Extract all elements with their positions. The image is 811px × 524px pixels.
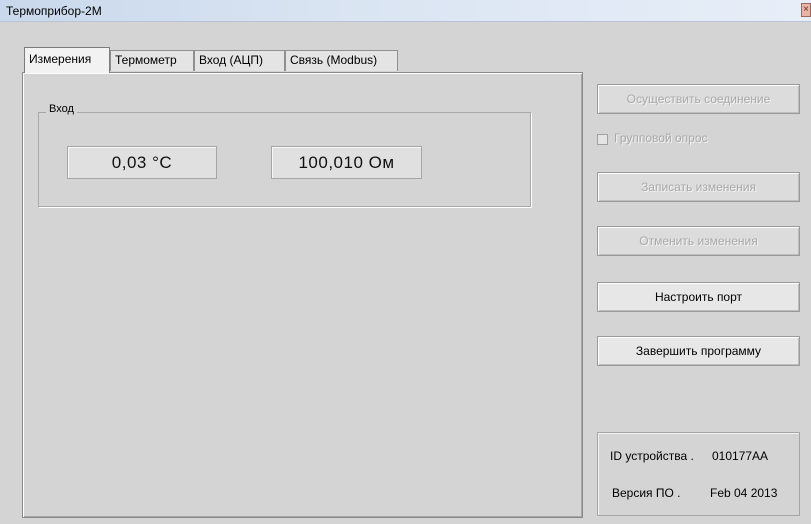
tab-label: Связь (Modbus) — [290, 53, 378, 67]
exit-program-button[interactable]: Завершить программу — [597, 336, 800, 366]
device-info-box — [597, 432, 800, 516]
title-bar[interactable]: Термоприбор-2М × — [0, 0, 811, 22]
tab-label: Вход (АЦП) — [199, 53, 263, 67]
tab-measurements[interactable]: Измерения — [24, 47, 110, 73]
connect-button[interactable]: Осуществить соединение — [597, 84, 800, 114]
tab-label: Термометр — [115, 53, 177, 67]
group-poll-checkbox[interactable] — [597, 134, 608, 145]
temperature-readout: 0,03 °C — [67, 146, 217, 179]
window-title: Термоприбор-2М — [6, 4, 102, 18]
close-icon[interactable]: × — [801, 3, 811, 17]
input-group-label: Вход — [46, 103, 77, 115]
tab-label: Измерения — [29, 52, 92, 66]
save-changes-button[interactable]: Записать изменения — [597, 172, 800, 202]
group-poll-label[interactable]: Групповой опрос — [614, 131, 708, 145]
firmware-version-value: Feb 04 2013 — [710, 486, 778, 500]
tab-modbus[interactable]: Связь (Modbus) — [285, 50, 398, 71]
resistance-readout: 100,010 Ом — [271, 146, 422, 179]
cancel-changes-button[interactable]: Отменить изменения — [597, 226, 800, 256]
device-id-label: ID устройства . — [610, 449, 694, 463]
main-window: Термоприбор-2М × Измерения Термометр Вхо… — [0, 0, 811, 524]
device-id-value: 010177AA — [712, 449, 769, 463]
configure-port-button[interactable]: Настроить порт — [597, 282, 800, 312]
tab-thermometer[interactable]: Термометр — [110, 50, 194, 71]
firmware-version-label: Версия ПО . — [612, 486, 681, 500]
tab-adc-input[interactable]: Вход (АЦП) — [194, 50, 285, 71]
